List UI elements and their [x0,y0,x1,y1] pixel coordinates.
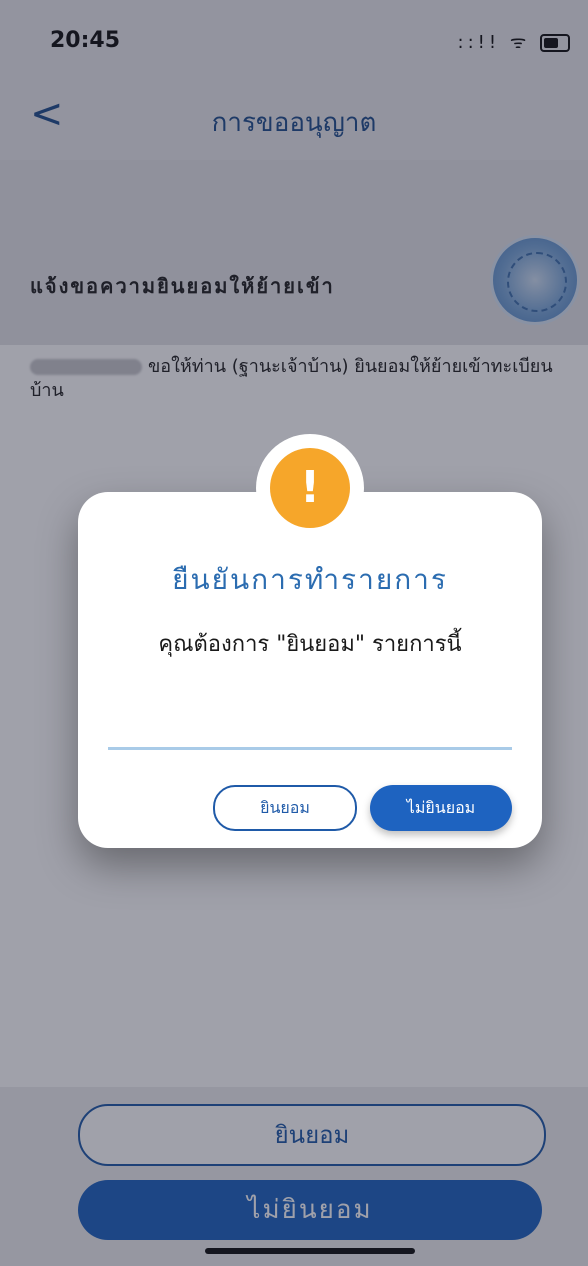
confirm-dialog: ยืนยันการทำรายการ คุณต้องการ "ยินยอม" รา… [78,492,542,848]
screen: 20:45 ::!! ᯤ < การขออนุญาต แจ้งขอความยิน… [0,0,588,1266]
dialog-message: คุณต้องการ "ยินยอม" รายการนี้ [158,632,462,657]
warning-icon: ! [270,448,350,528]
dialog-title: ยืนยันการทำรายการ [172,563,448,596]
dialog-divider [108,747,512,750]
alert-badge: ! [256,434,364,542]
dialog-consent-button[interactable]: ยินยอม [213,785,357,831]
dialog-decline-button[interactable]: ไม่ยินยอม [370,785,512,831]
